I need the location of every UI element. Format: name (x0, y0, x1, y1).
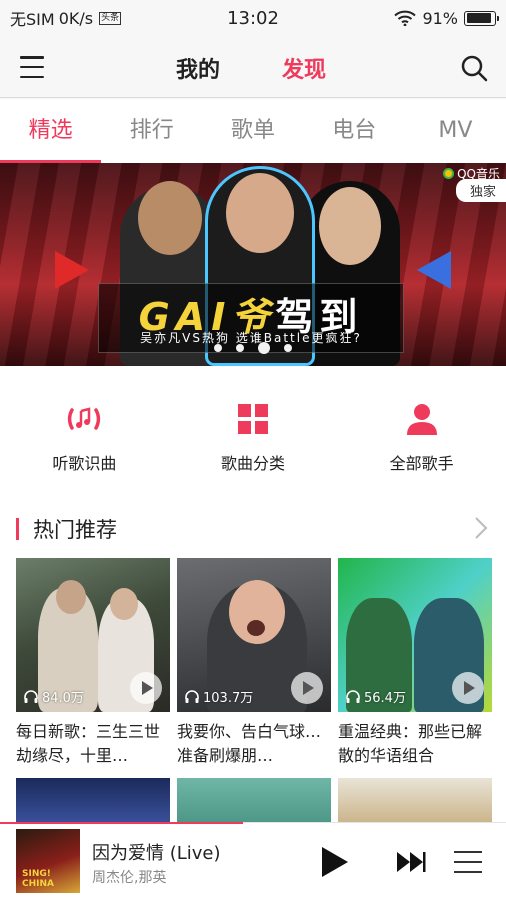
music-recognize-icon (68, 407, 101, 430)
battery-icon (464, 10, 499, 26)
notification-badge: 头条 (99, 11, 122, 25)
play-count: 84.0万 (24, 687, 84, 706)
quick-recognize[interactable]: 听歌识曲 (0, 366, 169, 492)
tab-playlists[interactable]: 歌单 (202, 99, 303, 163)
headphones-icon (185, 690, 199, 703)
quick-recognize-label: 听歌识曲 (52, 454, 117, 473)
tab-mv[interactable]: MV (405, 99, 506, 163)
play-icon[interactable] (130, 672, 162, 704)
now-playing-cover[interactable]: SING! CHINA (16, 829, 80, 893)
promo-banner[interactable]: GAI爷驾到 吴亦凡VS热狗 选谁Battle更疯狂? QQ音乐 独家 (0, 163, 506, 366)
nav-mine[interactable]: 我的 (176, 52, 220, 84)
status-bar: 无SIM 0K/s 头条 13:02 91% (0, 0, 506, 36)
qq-music-icon (443, 168, 455, 179)
pager-dot[interactable] (258, 342, 270, 354)
playlist-cover-partial[interactable] (338, 778, 492, 822)
net-speed: 0K/s (58, 8, 94, 28)
quick-category-label: 歌曲分类 (221, 454, 286, 473)
playlist-card[interactable]: 103.7万 我要你、告白气球…准备刷爆朋… (177, 558, 331, 768)
category-tabs: 精选 排行 歌单 电台 MV (0, 99, 506, 163)
pager-dot[interactable] (236, 344, 244, 352)
play-icon[interactable] (452, 672, 484, 704)
play-count: 103.7万 (185, 687, 253, 706)
next-track-icon[interactable] (396, 851, 426, 873)
section-accent-bar (16, 518, 19, 540)
playlist-cover-partial[interactable] (16, 778, 170, 822)
quick-entries: 听歌识曲 歌曲分类 全部歌手 (0, 366, 506, 492)
playlist-title: 我要你、告白气球…准备刷爆朋… (177, 722, 322, 765)
nav-discover[interactable]: 发现 (282, 52, 326, 84)
playlist-cover: 103.7万 (177, 558, 331, 712)
section-title: 热门推荐 (33, 518, 117, 542)
playlist-cover: 56.4万 (338, 558, 492, 712)
carrier-label: 无SIM (10, 10, 55, 29)
grid-category-icon (238, 404, 268, 434)
quick-category[interactable]: 歌曲分类 (169, 366, 338, 492)
pager-dot[interactable] (214, 344, 222, 352)
top-nav: 我的 发现 (0, 36, 506, 98)
banner-pager (0, 342, 506, 354)
playlist-card[interactable]: 56.4万 重温经典：那些已解散的华语组合 (338, 558, 492, 768)
playlist-cover: 84.0万 (16, 558, 170, 712)
play-icon[interactable] (291, 672, 323, 704)
wifi-icon (394, 10, 417, 26)
hot-recommend-section: 热门推荐 84.0万 每日新歌：三生三世劫缘尽，十里… 103.7万 我要你、告… (0, 492, 506, 822)
quick-singers[interactable]: 全部歌手 (337, 366, 506, 492)
song-artist: 周杰伦,那英 (92, 870, 167, 886)
section-header[interactable]: 热门推荐 (16, 514, 117, 544)
pager-dot[interactable] (284, 344, 292, 352)
playlist-title: 每日新歌：三生三世劫缘尽，十里… (16, 722, 161, 765)
playlist-title: 重温经典：那些已解散的华语组合 (338, 722, 483, 765)
play-count-value: 103.7万 (203, 691, 254, 706)
play-count-value: 56.4万 (364, 691, 406, 706)
tab-ranking[interactable]: 排行 (101, 99, 202, 163)
quick-singers-label: 全部歌手 (389, 454, 454, 473)
headphones-icon (24, 690, 38, 703)
play-count: 56.4万 (346, 687, 406, 706)
mini-player[interactable]: SING! CHINA 因为爱情 (Live) 周杰伦,那英 (0, 822, 506, 900)
playlist-card[interactable]: 84.0万 每日新歌：三生三世劫缘尽，十里… (16, 558, 170, 768)
headphones-icon (346, 690, 360, 703)
banner-blue-arrow (417, 251, 451, 289)
singer-icon (406, 404, 437, 435)
banner-red-arrow (55, 251, 89, 289)
tab-featured[interactable]: 精选 (0, 99, 101, 163)
chevron-right-icon[interactable] (474, 516, 488, 540)
playlist-cover-partial[interactable] (177, 778, 331, 822)
exclusive-badge: 独家 (455, 179, 506, 202)
battery-percent: 91% (422, 8, 458, 28)
playlist-queue-icon[interactable] (454, 851, 482, 873)
cover-logo-text: SING! CHINA (22, 869, 54, 889)
play-count-value: 84.0万 (42, 691, 84, 706)
search-icon[interactable] (460, 54, 488, 82)
tab-radio[interactable]: 电台 (304, 99, 405, 163)
play-icon[interactable] (320, 845, 350, 879)
song-title: 因为爱情 (Live) (92, 843, 221, 864)
playback-progress (0, 822, 243, 824)
battery-fill (466, 13, 492, 23)
menu-icon[interactable] (18, 54, 46, 80)
